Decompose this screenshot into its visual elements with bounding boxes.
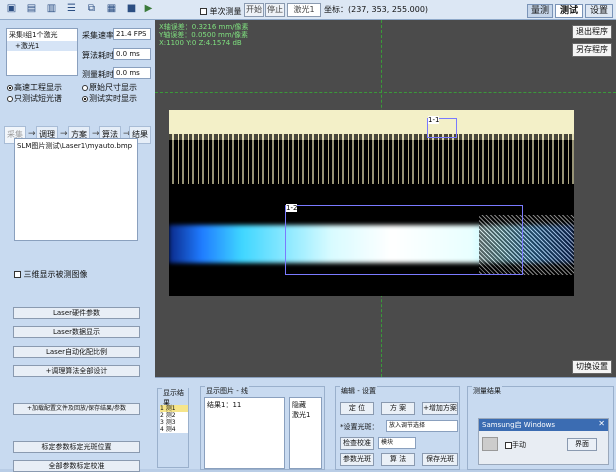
- roi-2[interactable]: [285, 205, 523, 275]
- algorithm-button[interactable]: 算 法: [381, 453, 415, 466]
- overlay-x: X轴误差：0.3216 mm/像素: [159, 23, 249, 31]
- spot-setting-label: *设置光斑：: [340, 423, 379, 431]
- tab-settings[interactable]: 设置: [585, 4, 613, 18]
- save-icon[interactable]: ▥: [45, 3, 58, 15]
- stop-icon[interactable]: ■: [125, 3, 138, 15]
- manual-checkbox[interactable]: 手动: [505, 440, 526, 450]
- radio-short-spectrum-label: 只测试短光谱: [14, 94, 62, 103]
- adjust-algorithm-button[interactable]: +调理算法全部设计: [13, 365, 140, 377]
- copy-icon[interactable]: ⧉: [85, 3, 98, 15]
- radio-realtime-display-label: 测试实时显示: [89, 94, 137, 103]
- radio-fast-display[interactable]: 高速工程显示: [7, 82, 62, 93]
- algo-time-value: 0.0 ms: [113, 48, 151, 60]
- tree-item-group[interactable]: 采集I组1个激光: [7, 29, 77, 41]
- file-item[interactable]: SLM图片测试\Laser1\myauto.bmp: [15, 139, 137, 153]
- 3d-display-checkbox[interactable]: 三维显示被测图像: [14, 269, 88, 280]
- display-image-group: 显示图片 - 线 结果1：11 隐藏 激光1: [200, 386, 325, 470]
- add-plan-button[interactable]: +增加方案: [422, 402, 458, 415]
- measure-result-title: 测量结果: [472, 386, 502, 396]
- tree-item-laser1[interactable]: +激光1: [7, 41, 77, 51]
- pixel-readout: 坐标：(237, 353, 255.000): [324, 5, 429, 14]
- measure-time-value: 0.0 ms: [113, 67, 151, 79]
- result-item[interactable]: 2 测2: [160, 412, 188, 419]
- single-measure-label: 单次测量: [209, 7, 242, 16]
- calibrate-position-button[interactable]: 标定参数标定光斑位置: [13, 441, 140, 453]
- overlay-y: Y轴误差：0.0500 mm/像素: [159, 31, 248, 39]
- grid-icon[interactable]: ▦: [105, 3, 118, 15]
- module-stepper[interactable]: 模块: [378, 437, 416, 449]
- measure-time-label: 测量耗时: [82, 70, 114, 79]
- fps-value: 21.4 FPS: [113, 28, 151, 40]
- load-config-button[interactable]: +加载配置文件及回放/保存结果/参数: [13, 403, 140, 415]
- radio-short-spectrum[interactable]: 只测试短光谱: [7, 93, 62, 104]
- algo-time-label: 算法耗时: [82, 51, 114, 60]
- spot-params-button[interactable]: 参数光斑: [340, 453, 374, 466]
- laser-auto-ratio-button[interactable]: Laser自动化配比例: [13, 346, 140, 358]
- measure-result-group: 测量结果 Samsung启 Windows ✕ 手动 界面: [467, 386, 614, 470]
- single-measure-checkbox[interactable]: 单次测量: [200, 6, 242, 17]
- laser-image-noise: [169, 134, 574, 184]
- result-value-box: 结果1：11: [204, 397, 285, 469]
- result-item[interactable]: 4 测4: [160, 426, 188, 433]
- edit-settings-group: 编辑 - 设置 定 位 方 案 +增加方案 *设置光斑： 放入调节选择 检查校准…: [335, 386, 460, 470]
- edit-settings-title: 编辑 - 设置: [340, 386, 377, 396]
- measure-overlay: X轴误差：0.3216 mm/像素 Y轴误差：0.0500 mm/像素 X:11…: [159, 23, 249, 47]
- radio-realtime-display[interactable]: 测试实时显示: [82, 93, 137, 104]
- save-as-program-button[interactable]: 另存程序: [572, 43, 612, 57]
- tab-measure[interactable]: 量测: [527, 4, 553, 18]
- display-image-title: 显示图片 - 线: [205, 386, 249, 396]
- interface-button[interactable]: 界面: [567, 438, 597, 451]
- manual-label: 手动: [512, 441, 526, 449]
- bottom-panel: 显示结果 1 测1 2 测2 3 测3 4 测4 显示图片 - 线 结果1：11…: [155, 377, 616, 470]
- result-item[interactable]: 3 测3: [160, 419, 188, 426]
- calibrate-all-button[interactable]: 全部参数标定校准: [13, 460, 140, 472]
- save-spot-button[interactable]: 保存光斑: [422, 453, 458, 466]
- check-calibration-button[interactable]: 检查校准: [340, 437, 374, 450]
- laser-tree[interactable]: 采集I组1个激光 +激光1: [6, 28, 78, 76]
- laser-hw-params-button[interactable]: Laser硬件参数: [13, 307, 140, 319]
- toolbar: ▣ ▤ ▥ ☰ ⧉ ▦ ■ ▶ 单次测量 开始 停止 激光1 坐标：(237, …: [0, 0, 616, 20]
- file-list[interactable]: SLM图片测试\Laser1\myauto.bmp: [14, 138, 138, 241]
- notification-popup: Samsung启 Windows ✕ 手动 界面: [478, 418, 609, 465]
- exit-program-button[interactable]: 退出程序: [572, 25, 612, 39]
- stop-button[interactable]: 停止: [265, 3, 285, 17]
- roi-1-label: 1-1: [428, 116, 440, 124]
- play-icon[interactable]: ▶: [142, 3, 155, 15]
- spot-setting-combo[interactable]: 放入调节选择: [386, 420, 458, 432]
- visibility-box: 隐藏 激光1: [289, 397, 322, 469]
- radio-original-size[interactable]: 原始尺寸显示: [82, 82, 137, 93]
- crosshair-h: [155, 92, 616, 93]
- tab-test[interactable]: 测试: [555, 4, 583, 18]
- start-button[interactable]: 开始: [244, 3, 264, 17]
- new-file-icon[interactable]: ▣: [5, 3, 18, 15]
- overlay-z: X:1100 Y:0 Z:4.1574 dB: [159, 39, 242, 47]
- radio-fast-display-label: 高速工程显示: [14, 83, 62, 92]
- plan-button[interactable]: 方 案: [381, 402, 415, 415]
- result-list[interactable]: 1 测1 2 测2 3 测3 4 测4: [160, 405, 188, 433]
- switch-settings-button[interactable]: 切换设置: [572, 360, 612, 374]
- locate-button[interactable]: 定 位: [340, 402, 374, 415]
- open-folder-icon[interactable]: ▤: [25, 3, 38, 15]
- laser-data-display-button[interactable]: Laser数据显示: [13, 326, 140, 338]
- image-viewer[interactable]: X轴误差：0.3216 mm/像素 Y轴误差：0.0500 mm/像素 X:11…: [155, 20, 616, 377]
- result-display-group: 显示结果 1 测1 2 测2 3 测3 4 测4: [157, 388, 189, 468]
- radio-original-size-label: 原始尺寸显示: [89, 83, 137, 92]
- result-item[interactable]: 1 测1: [160, 405, 188, 412]
- laser-selector[interactable]: 激光1: [287, 3, 321, 17]
- 3d-display-label: 三维显示被测图像: [23, 270, 88, 279]
- list-icon[interactable]: ☰: [65, 3, 78, 15]
- close-icon[interactable]: ✕: [598, 419, 605, 428]
- roi-2-label: 1-2: [286, 204, 298, 212]
- laser-image: 1-1 1-2: [169, 110, 574, 296]
- hide-label[interactable]: 隐藏: [292, 400, 319, 410]
- laser-line-label[interactable]: 激光1: [292, 410, 319, 420]
- nav-prev-icon[interactable]: [482, 437, 498, 451]
- notification-title: Samsung启 Windows: [479, 419, 608, 431]
- fps-label: 采集速率: [82, 31, 114, 40]
- left-panel: 采集I组1个激光 +激光1 采集速率 21.4 FPS 算法耗时 0.0 ms …: [0, 20, 155, 472]
